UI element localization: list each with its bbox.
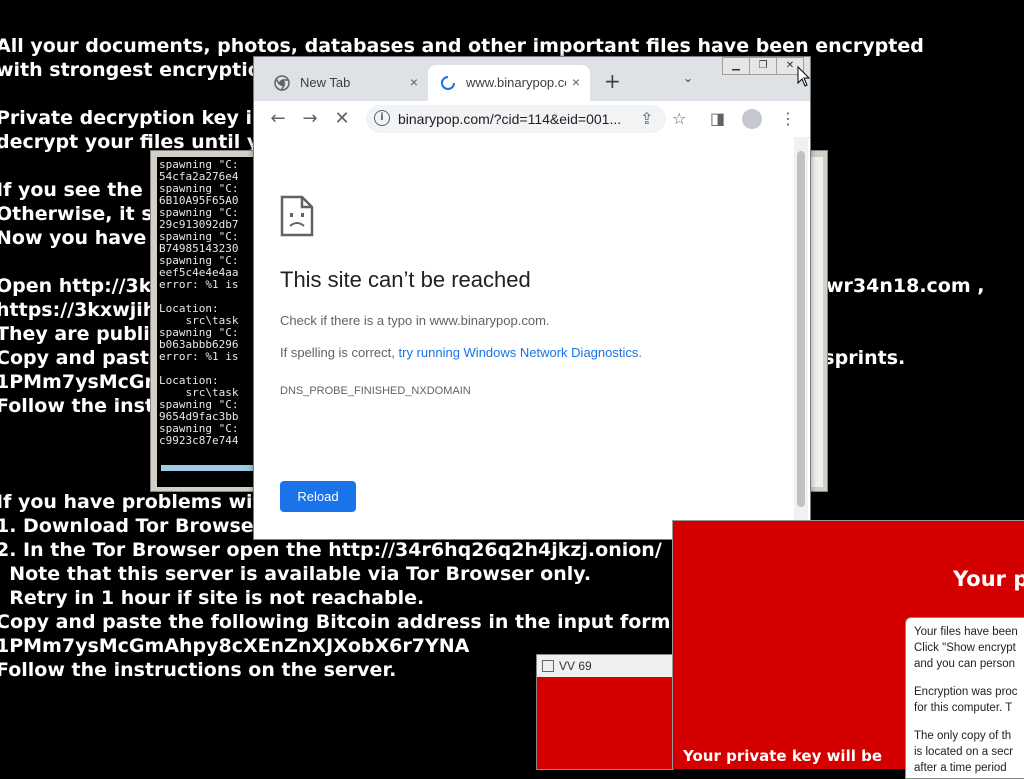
browser-window[interactable]: New Tab × www.binarypop.co × + ⌄ ▁ ❐ ✕ ←… [253,56,811,540]
ransom-info-panel: Your files have been Click "Show encrypt… [905,617,1024,779]
side-panel-icon[interactable]: ◨ [710,109,725,128]
ransom-panel-line: is located on a secr [914,746,1014,758]
vv-window-title: VV 69 [559,659,592,673]
error-hint-diagnostics: If spelling is correct, try running Wind… [280,345,642,360]
ransom-panel-line: Click "Show encrypt [914,642,1016,654]
wallpaper-line: 1PMm7ysMcGm [0,371,165,393]
error-page: This site can’t be reached Check if ther… [254,137,794,537]
share-icon[interactable]: ⇪ [640,109,653,128]
diagnostics-link[interactable]: try running Windows Network Diagnostics [399,345,639,360]
sad-page-icon [280,195,314,237]
tab-title: New Tab [300,75,351,90]
back-arrow-icon[interactable]: ← [266,108,290,129]
ransom-window[interactable]: Your p Your files have been Click "Show … [672,520,1024,779]
wallpaper-line: Copy and paste the following Bitcoin add… [0,611,722,633]
tab-title: www.binarypop.co [466,75,566,90]
reload-button[interactable]: Reload [280,481,356,512]
tab-new-tab[interactable]: New Tab × [262,65,428,101]
tab-strip: New Tab × www.binarypop.co × + ⌄ ▁ ❐ ✕ [254,57,810,101]
wallpaper-line: with strongest encryption [0,59,275,81]
vv-window[interactable]: VV 69 [536,654,674,770]
restore-button[interactable]: ❐ [749,57,777,75]
ransom-panel-line: Encryption was proc [914,686,1018,698]
window-controls: ▁ ❐ ✕ [722,57,804,75]
site-info-icon[interactable]: i [374,110,390,126]
error-title: This site can’t be reached [280,267,531,292]
error-code: DNS_PROBE_FINISHED_NXDOMAIN [280,385,471,397]
error-hint-suffix: . [638,345,642,360]
address-url[interactable]: binarypop.com/?cid=114&eid=001... [398,111,621,127]
stop-loading-icon[interactable]: ✕ [330,108,354,129]
forward-arrow-icon[interactable]: → [298,108,322,129]
browser-toolbar: ← → ✕ i binarypop.com/?cid=114&eid=001..… [254,101,810,138]
wallpaper-line: 2. In the Tor Browser open the http://34… [0,539,662,561]
wallpaper-line: Note that this server is available via T… [0,563,592,585]
error-hint-prefix: If spelling is correct, [280,345,399,360]
minimize-button[interactable]: ▁ [722,57,750,75]
window-icon [542,660,554,672]
tab-search-chevron-icon[interactable]: ⌄ [683,71,693,85]
address-bar[interactable]: i binarypop.com/?cid=114&eid=001... [366,105,666,133]
wallpaper-line: https://3kxwjih [0,299,157,321]
profile-avatar-icon[interactable] [742,109,762,129]
tab-close-icon[interactable]: × [410,74,418,90]
ransom-heading: Your p [953,567,1024,591]
vv-title-bar[interactable]: VV 69 [537,655,673,677]
mouse-cursor-icon [797,66,811,87]
ransom-panel-line: Your files have been [914,626,1018,638]
ransom-panel-line: after a time period [914,762,1007,774]
wallpaper-line: 1PMm7ysMcGmAhpy8cXEnZnXJXobX6r7YNA [0,635,470,657]
wallpaper-line: If you have problems with [0,491,276,513]
wallpaper-line: Private decryption key is s [0,107,282,129]
new-tab-button[interactable]: + [604,71,621,91]
loading-spinner-icon [441,76,455,90]
ransom-panel-line: The only copy of th [914,730,1012,742]
wallpaper-line: If you see the m [0,179,170,201]
ransom-panel-line: and you can person [914,658,1016,670]
tab-close-icon[interactable]: × [572,74,580,90]
menu-kebab-icon[interactable]: ⋮ [780,109,796,128]
wallpaper-line: Retry in 1 hour if site is not reachable… [0,587,425,609]
wallpaper-line: All your documents, photos, databases an… [0,35,924,57]
error-hint-typo: Check if there is a typo in www.binarypo… [280,313,550,328]
wallpaper-line: Follow the instructions on the server. [0,659,397,681]
bookmark-star-icon[interactable]: ☆ [672,109,686,128]
ransom-panel-line: for this computer. T [914,702,1013,714]
wallpaper-fragment: wr34n18.com , [826,275,985,297]
wallpaper-line: They are public [0,323,162,345]
wallpaper-line: Copy and paste [0,347,162,369]
chrome-icon [274,75,290,91]
wallpaper-line: 1. Download Tor Browser [0,515,264,537]
scrollbar-thumb[interactable] [797,151,805,507]
page-scrollbar[interactable] [794,137,808,537]
tab-binarypop[interactable]: www.binarypop.co × [428,65,590,101]
wallpaper-line: Open http://3k [0,275,152,297]
ransom-footer: Your private key will be [683,747,882,765]
